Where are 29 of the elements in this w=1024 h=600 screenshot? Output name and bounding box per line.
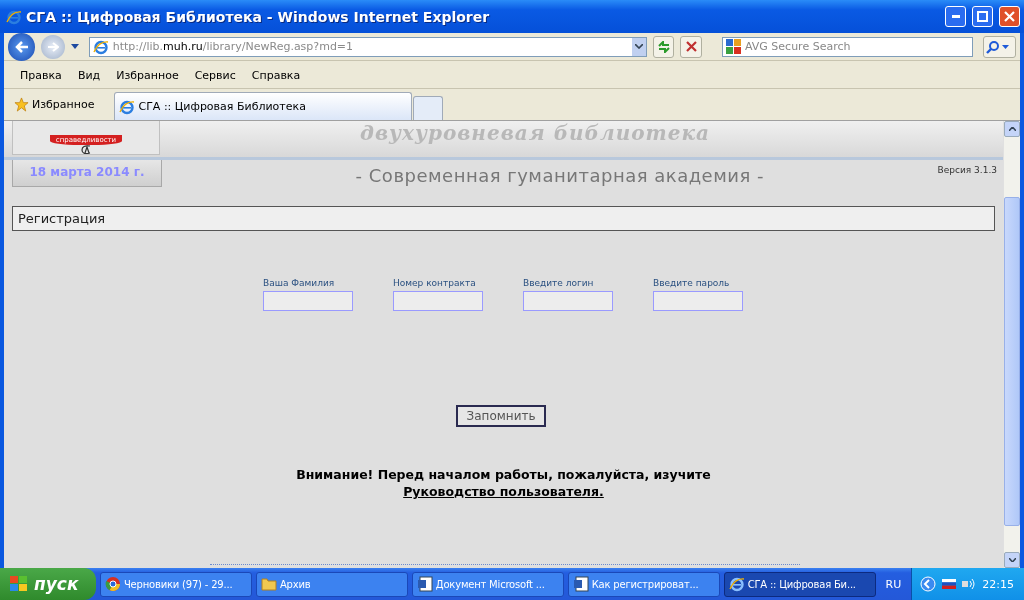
url-text: http://lib.muh.ru/library/NewReg.asp?md=1	[112, 40, 355, 53]
taskbar-button[interactable]: Архив	[255, 571, 408, 597]
browser-tab[interactable]: СГА :: Цифровая Библиотека	[114, 92, 413, 120]
manual-link[interactable]: Руководство пользователя.	[403, 484, 604, 499]
save-button[interactable]: Запомнить	[456, 405, 546, 427]
taskbar-button[interactable]: СГА :: Цифровая Би...	[723, 571, 876, 597]
window-title: СГА :: Цифровая Библиотека - Windows Internet Explorer	[26, 8, 491, 25]
section-header: Регистрация	[12, 206, 995, 231]
taskbar-button[interactable]: Документ Microsoft ...	[411, 571, 564, 597]
menu-item[interactable]: Сервис	[186, 69, 244, 82]
field-label: Ваша Фамилия	[263, 278, 336, 288]
address-field[interactable]: http://lib.muh.ru/library/NewReg.asp?md=1	[88, 36, 647, 57]
language-indicator[interactable]: RU	[879, 577, 908, 591]
menu-item[interactable]: Избранное	[108, 69, 187, 82]
favorites-button[interactable]: Избранное	[8, 90, 115, 119]
field-label: Введите логин	[523, 278, 595, 288]
field-label: Введите пароль	[653, 278, 731, 288]
menu-item[interactable]: Вид	[69, 69, 109, 82]
menu-item[interactable]: Справка	[243, 69, 309, 82]
version-label: Версия 3.1.3	[937, 164, 998, 175]
start-button[interactable]: пуск	[0, 568, 96, 600]
field-label: Номер контракта	[393, 278, 477, 288]
taskbar-button[interactable]: Черновики (97) - 29...	[99, 571, 252, 597]
notice-text: Внимание! Перед началом работы, пожалуйста, изучите	[295, 467, 712, 482]
clock: 22:15	[982, 577, 1014, 591]
academy-subtitle: - Современная гуманитарная академия -	[354, 164, 765, 186]
search-field[interactable]: AVG Secure Search	[722, 36, 973, 57]
menu-item[interactable]: Правка	[12, 69, 70, 82]
taskbar-button[interactable]: Как регистрироват...	[567, 571, 720, 597]
